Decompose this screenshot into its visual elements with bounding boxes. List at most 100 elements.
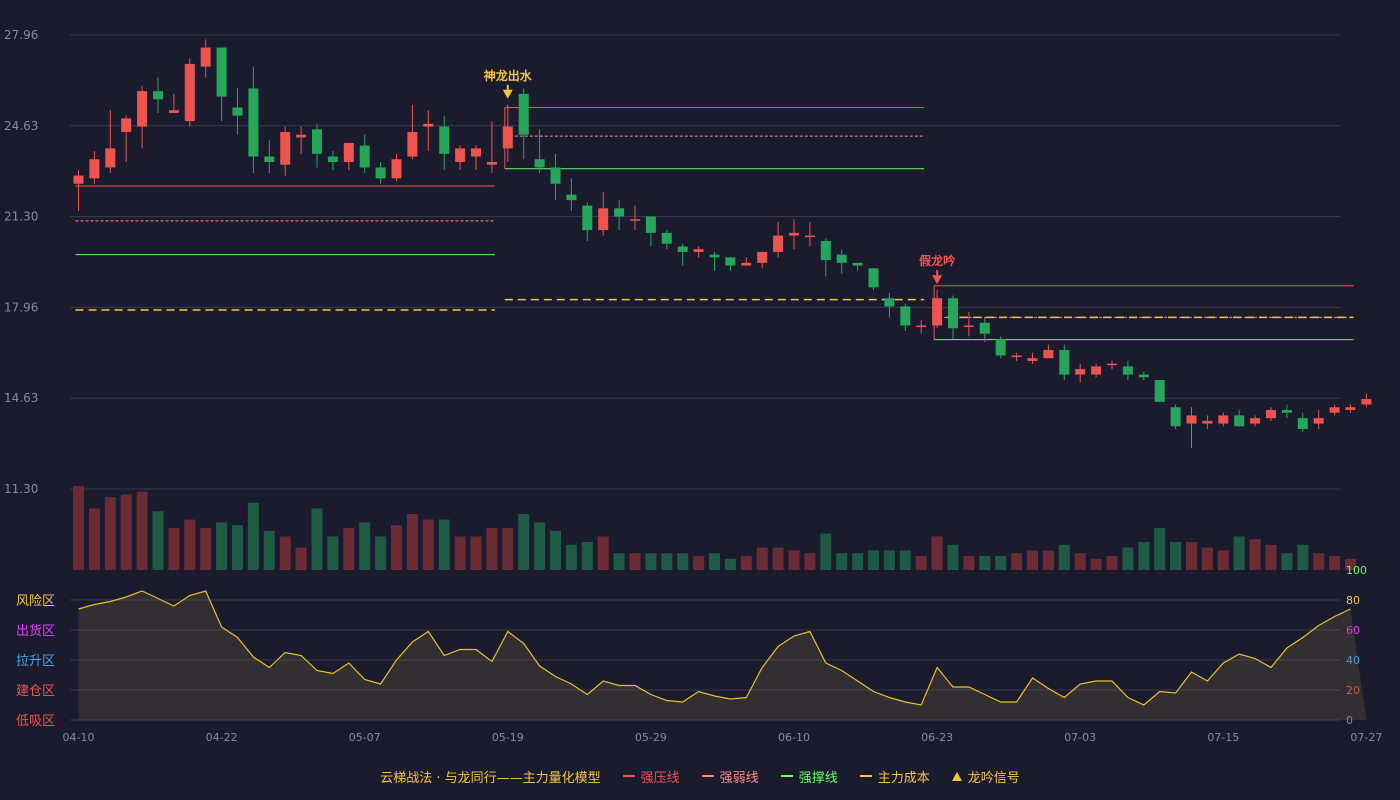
- candle-body: [296, 134, 307, 138]
- candle-body: [1075, 369, 1086, 375]
- indicator-tick-label: 100: [1346, 564, 1367, 577]
- price-tick-label: 21.30: [4, 210, 38, 224]
- volume-bar: [1217, 550, 1229, 570]
- indicator-zone-label: 风险区: [16, 594, 55, 609]
- volume-bar: [1233, 536, 1245, 570]
- candle-body: [105, 148, 116, 168]
- signal-arrow-icon: [932, 275, 943, 285]
- candle-body: [534, 159, 545, 168]
- candle-body: [1186, 415, 1197, 424]
- candle-body: [137, 91, 148, 127]
- candle-body: [963, 325, 974, 327]
- volume-bar: [454, 536, 466, 570]
- candle-body: [184, 63, 195, 122]
- volume-bar: [724, 558, 736, 570]
- candle-body: [598, 208, 609, 231]
- candle-body: [455, 148, 466, 162]
- volume-bar: [1329, 556, 1341, 570]
- candle-body: [359, 145, 370, 168]
- indicator-zone-label: 出货区: [16, 623, 55, 639]
- volume-bar: [279, 536, 291, 570]
- volume-bar: [422, 519, 434, 570]
- volume-bar: [486, 528, 498, 570]
- indicator-tick-label: 80: [1346, 594, 1360, 607]
- candle-body: [1011, 355, 1022, 357]
- candle-body: [948, 298, 958, 329]
- volume-bar: [263, 530, 275, 570]
- legend-item-resistance: 强压线: [622, 767, 680, 786]
- candle-body: [645, 216, 656, 233]
- volume-bar: [406, 514, 418, 570]
- volume-bar: [88, 508, 100, 570]
- price-tick-label: 17.96: [4, 300, 38, 314]
- candle-body: [661, 232, 672, 244]
- volume-bar: [73, 486, 84, 570]
- volume-bar: [375, 536, 387, 570]
- candle-body: [1218, 415, 1229, 424]
- candle-body: [1091, 366, 1102, 375]
- price-tick-label: 11.30: [4, 482, 38, 496]
- candle-body: [1043, 350, 1054, 359]
- volume-bar: [136, 491, 148, 570]
- volume-bar: [693, 556, 705, 570]
- volume-bar: [581, 542, 593, 570]
- volume-bar: [216, 522, 228, 570]
- legend-item-weak: 强弱线: [701, 767, 759, 786]
- volume-bar: [883, 550, 895, 570]
- candle-body: [327, 156, 338, 162]
- x-tick-label: 07-15: [1207, 731, 1239, 744]
- volume-bar: [247, 502, 259, 570]
- candle-body: [153, 91, 163, 100]
- volume-bar: [1074, 553, 1086, 570]
- x-tick-label: 05-07: [349, 731, 381, 744]
- candle-body: [391, 159, 402, 179]
- candle-body: [248, 88, 259, 157]
- candle-body: [677, 246, 688, 252]
- legend-triangle-icon: [951, 771, 962, 781]
- x-tick-label: 07-03: [1064, 731, 1096, 744]
- volume-bar: [1201, 547, 1213, 570]
- volume-bar: [1313, 553, 1325, 570]
- volume-bar: [756, 547, 768, 570]
- candle-body: [1345, 407, 1356, 410]
- legend-label-signal: 龙吟信号: [967, 770, 1020, 786]
- volume-bar: [1265, 544, 1277, 570]
- candle-body: [630, 219, 640, 221]
- signal-arrow-icon: [502, 89, 513, 99]
- volume-bar: [1249, 539, 1261, 570]
- volume-bar: [613, 553, 625, 570]
- candle-body: [582, 205, 593, 231]
- volume-bar: [1170, 542, 1182, 570]
- candle-body: [502, 126, 513, 149]
- volume-bar: [868, 550, 879, 570]
- legend-label-resistance: 强压线: [640, 770, 680, 786]
- legend-swatch-cost: [859, 775, 872, 777]
- volume-bar: [359, 522, 371, 570]
- volume-bar: [645, 553, 657, 570]
- candle-body: [121, 118, 132, 133]
- price-tick-label: 14.63: [4, 391, 38, 405]
- volume-bar: [343, 528, 355, 570]
- candle-body: [1027, 358, 1038, 361]
- volume-bar: [518, 514, 530, 570]
- candle-body: [566, 194, 577, 201]
- volume-bar: [709, 553, 720, 570]
- volume-bar: [597, 536, 609, 570]
- volume-bar: [1154, 528, 1166, 570]
- volume-bar: [104, 497, 116, 570]
- volume-bar: [1042, 550, 1054, 570]
- x-tick-label: 06-10: [778, 731, 810, 744]
- candle-body: [216, 47, 227, 97]
- candle-body: [804, 235, 815, 238]
- candle-body: [312, 129, 322, 154]
- volume-bar: [852, 553, 864, 570]
- candle-body: [550, 167, 561, 184]
- volume-bar: [979, 556, 991, 570]
- volume-bar: [470, 536, 482, 570]
- candle-body: [1107, 363, 1117, 366]
- candle-body: [375, 167, 386, 179]
- volume-bar: [788, 550, 800, 570]
- legend-item-signal: 龙吟信号: [951, 767, 1020, 786]
- volume-bar: [391, 525, 402, 570]
- candle-body: [343, 142, 354, 162]
